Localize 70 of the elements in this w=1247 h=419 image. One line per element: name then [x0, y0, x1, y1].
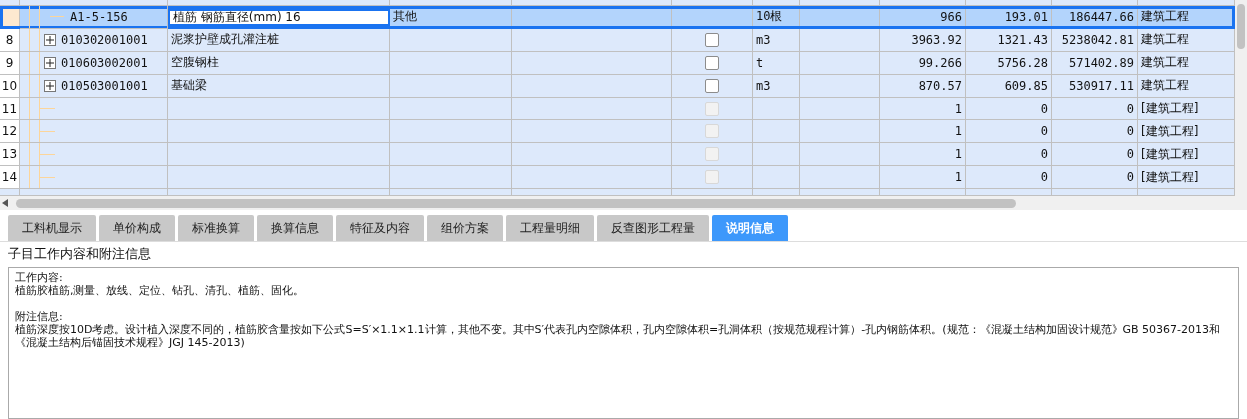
checkbox[interactable]: [705, 55, 719, 70]
table-cell: 99.266: [880, 51, 966, 75]
scrollbar-track[interactable]: [0, 196, 1247, 210]
table-cell: 609.85: [966, 74, 1052, 98]
tab[interactable]: 反查图形工程量: [597, 215, 709, 241]
tab[interactable]: 单价构成: [99, 215, 175, 241]
expand-icon[interactable]: [44, 33, 56, 46]
table-cell: 010503001001: [61, 78, 148, 93]
table-cell: A1-5-156: [70, 9, 128, 24]
table-cell: 0: [1052, 143, 1138, 167]
table-cell: 3963.92: [880, 28, 966, 52]
tree-line: [50, 16, 64, 18]
table-cell: 1: [880, 97, 966, 121]
row-number: 14: [0, 166, 20, 190]
name-input-field[interactable]: 植筋 钢筋直径(mm) 16: [168, 8, 390, 26]
table-cell: 0: [966, 97, 1052, 121]
table-cell: 0: [966, 120, 1052, 144]
tab[interactable]: 换算信息: [257, 215, 333, 241]
table-cell: 193.01: [966, 5, 1052, 29]
row-number: 10: [0, 74, 20, 98]
table-cell: 1: [880, 120, 966, 144]
paragraph-text: 植筋深度按10D考虑。设计植入深度不同的，植筋胶含量按如下公式S=S′×1.1×1.1计算，其他不变。其中S′代表孔内空隙体积，孔内空隙体积=孔洞体积（按规范规程计算）-孔内钢筋体积。(规范：《混凝土结构加固设计规范》GB 50367-2013和《混凝土结构后锚固技术规程》JGJ 145-2013): [15, 323, 1222, 349]
table-cell: m3: [753, 28, 800, 52]
table-cell: 010603002001: [61, 55, 148, 70]
row-number: 12: [0, 120, 20, 144]
table-cell: 其他: [390, 5, 512, 29]
table-cell: 010302001001: [61, 32, 148, 47]
row-number: 11: [0, 97, 20, 121]
checkbox[interactable]: [705, 78, 719, 93]
table-cell: 0: [1052, 120, 1138, 144]
scroll-left-icon[interactable]: [2, 199, 8, 207]
expand-icon[interactable]: [44, 56, 56, 69]
paragraph-heading: 工作内容:: [15, 271, 64, 284]
scrollbar-track[interactable]: [1235, 0, 1247, 196]
paragraph-text: 植筋胶植筋,测量、放线、定位、钻孔、清孔、植筋、固化。: [15, 284, 306, 297]
table-cell: 870.57: [880, 74, 966, 98]
table-cell: 基础梁: [168, 74, 390, 98]
table-cell: 186447.66: [1052, 5, 1138, 29]
table-cell: 5756.28: [966, 51, 1052, 75]
selected-row[interactable]: A1-5-156 植筋 钢筋直径(mm) 16 其他 10根 966 193.01 186447.66 建筑工程: [0, 5, 1235, 29]
tab[interactable]: 工料机显示: [8, 215, 96, 241]
table-cell: 10根: [753, 5, 800, 29]
row-number: 13: [0, 143, 20, 167]
tab[interactable]: 特征及内容: [336, 215, 424, 241]
table-cell: t: [753, 51, 800, 75]
checkbox[interactable]: [705, 32, 719, 47]
tab[interactable]: 标准换算: [178, 215, 254, 241]
paragraph-heading: 附注信息:: [15, 310, 64, 323]
section-title: 子目工作内容和附注信息: [7, 245, 152, 263]
table-cell: 0: [966, 166, 1052, 190]
scrollbar-thumb[interactable]: [1237, 4, 1245, 49]
scrollbar-thumb[interactable]: [16, 198, 1016, 208]
table-cell: 0: [966, 143, 1052, 167]
table-cell: 0: [1052, 97, 1138, 121]
table-cell: 1: [880, 166, 966, 190]
table-cell: m3: [753, 74, 800, 98]
tab[interactable]: 工程量明细: [506, 215, 594, 241]
table-cell: 泥浆护壁成孔灌注桩: [168, 28, 390, 52]
row-number: 9: [0, 51, 20, 75]
tab[interactable]: 组价方案: [427, 215, 503, 241]
table-cell: 1: [880, 143, 966, 167]
table-cell: 966: [880, 5, 966, 29]
row-number: 8: [0, 28, 20, 52]
table-cell: 5238042.81: [1052, 28, 1138, 52]
expand-icon[interactable]: [44, 79, 56, 92]
table-cell: 1321.43: [966, 28, 1052, 52]
table-cell: 571402.89: [1052, 51, 1138, 75]
table-cell: 0: [1052, 166, 1138, 190]
table-cell: 530917.11: [1052, 74, 1138, 98]
table-cell: 空腹钢柱: [168, 51, 390, 75]
